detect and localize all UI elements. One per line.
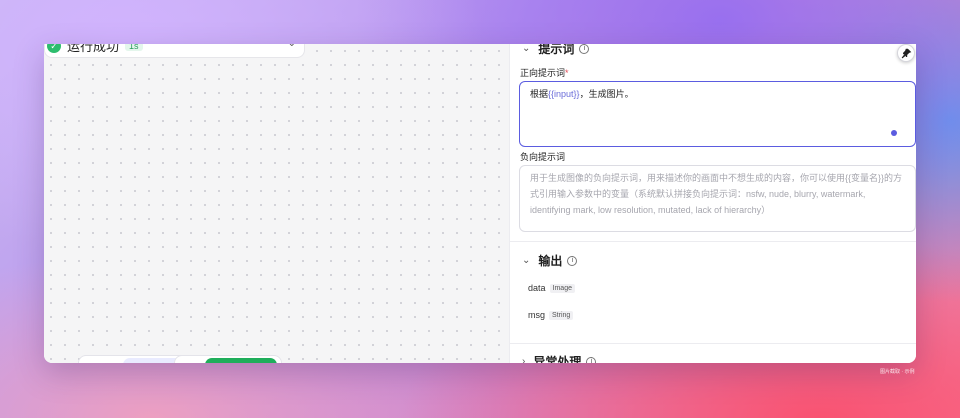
info-icon[interactable]: i <box>579 44 590 54</box>
run-time-badge: 1s <box>125 44 143 51</box>
image-credit: 图片截取 · 示例 <box>880 369 915 375</box>
output-name: msg <box>528 310 546 320</box>
run-status-text: 运行成功 <box>67 44 120 54</box>
resize-handle[interactable] <box>891 130 897 136</box>
output-section-header[interactable]: ⌄ 输出 i <box>522 252 578 269</box>
chevron-down-icon[interactable]: ⌄ <box>522 44 530 54</box>
info-icon[interactable]: i <box>567 255 578 266</box>
check-icon: ✓ <box>47 44 61 53</box>
negative-prompt-input[interactable]: 用于生成图像的负向提示词，用来描述你的画面中不想生成的内容，你可以使用{{变量名… <box>519 165 916 232</box>
output-name: data <box>528 283 546 293</box>
output-type-badge: String <box>549 310 574 320</box>
prompt-section-header[interactable]: ⌄ 提示词 i <box>522 44 590 57</box>
input-variable-token[interactable]: {{input}} <box>548 89 580 99</box>
node-settings-panel: ⌄ 提示词 i 正向提示词* 根据{{input}}，生成图片。 负向提示词 用… <box>509 44 916 363</box>
info-icon[interactable]: i <box>586 356 597 363</box>
positive-prompt-input[interactable]: 根据{{input}}，生成图片。 <box>519 81 916 147</box>
pin-button[interactable] <box>897 44 915 62</box>
prompt-section-title: 提示词 <box>538 44 575 56</box>
output-item-msg: msg String <box>528 310 574 320</box>
exception-section-header[interactable]: › 异常处理 i <box>522 353 597 363</box>
positive-prompt-label-text: 正向提示词 <box>520 68 566 78</box>
positive-prompt-prefix: 根据 <box>530 89 549 99</box>
positive-prompt-suffix: ，生成图片。 <box>579 89 634 99</box>
required-mark: * <box>565 68 569 78</box>
output-section-title: 输出 <box>538 254 563 268</box>
output-item-data: data Image <box>528 283 575 293</box>
chevron-down-icon[interactable]: ⌄ <box>288 44 296 49</box>
pin-icon <box>901 48 911 58</box>
output-type-badge: Image <box>549 283 575 293</box>
canvas-node-pill-green-inner <box>205 358 277 363</box>
chevron-right-icon[interactable]: › <box>522 356 525 363</box>
chevron-down-icon[interactable]: ⌄ <box>522 255 530 266</box>
positive-prompt-label: 正向提示词* <box>520 66 569 79</box>
app-window: ✓ 运行成功 1s ⌄ ⌄ 提示词 i 正向提示词* 根据{{input}}，生… <box>44 44 916 363</box>
exception-section-title: 异常处理 <box>533 355 582 363</box>
section-divider <box>510 241 916 242</box>
workflow-canvas[interactable]: ✓ 运行成功 1s ⌄ <box>44 44 509 363</box>
canvas-node-pill-green[interactable] <box>174 355 282 363</box>
section-divider <box>510 343 916 344</box>
negative-prompt-label: 负向提示词 <box>520 152 566 162</box>
run-status-card[interactable]: ✓ 运行成功 1s ⌄ <box>44 44 305 58</box>
